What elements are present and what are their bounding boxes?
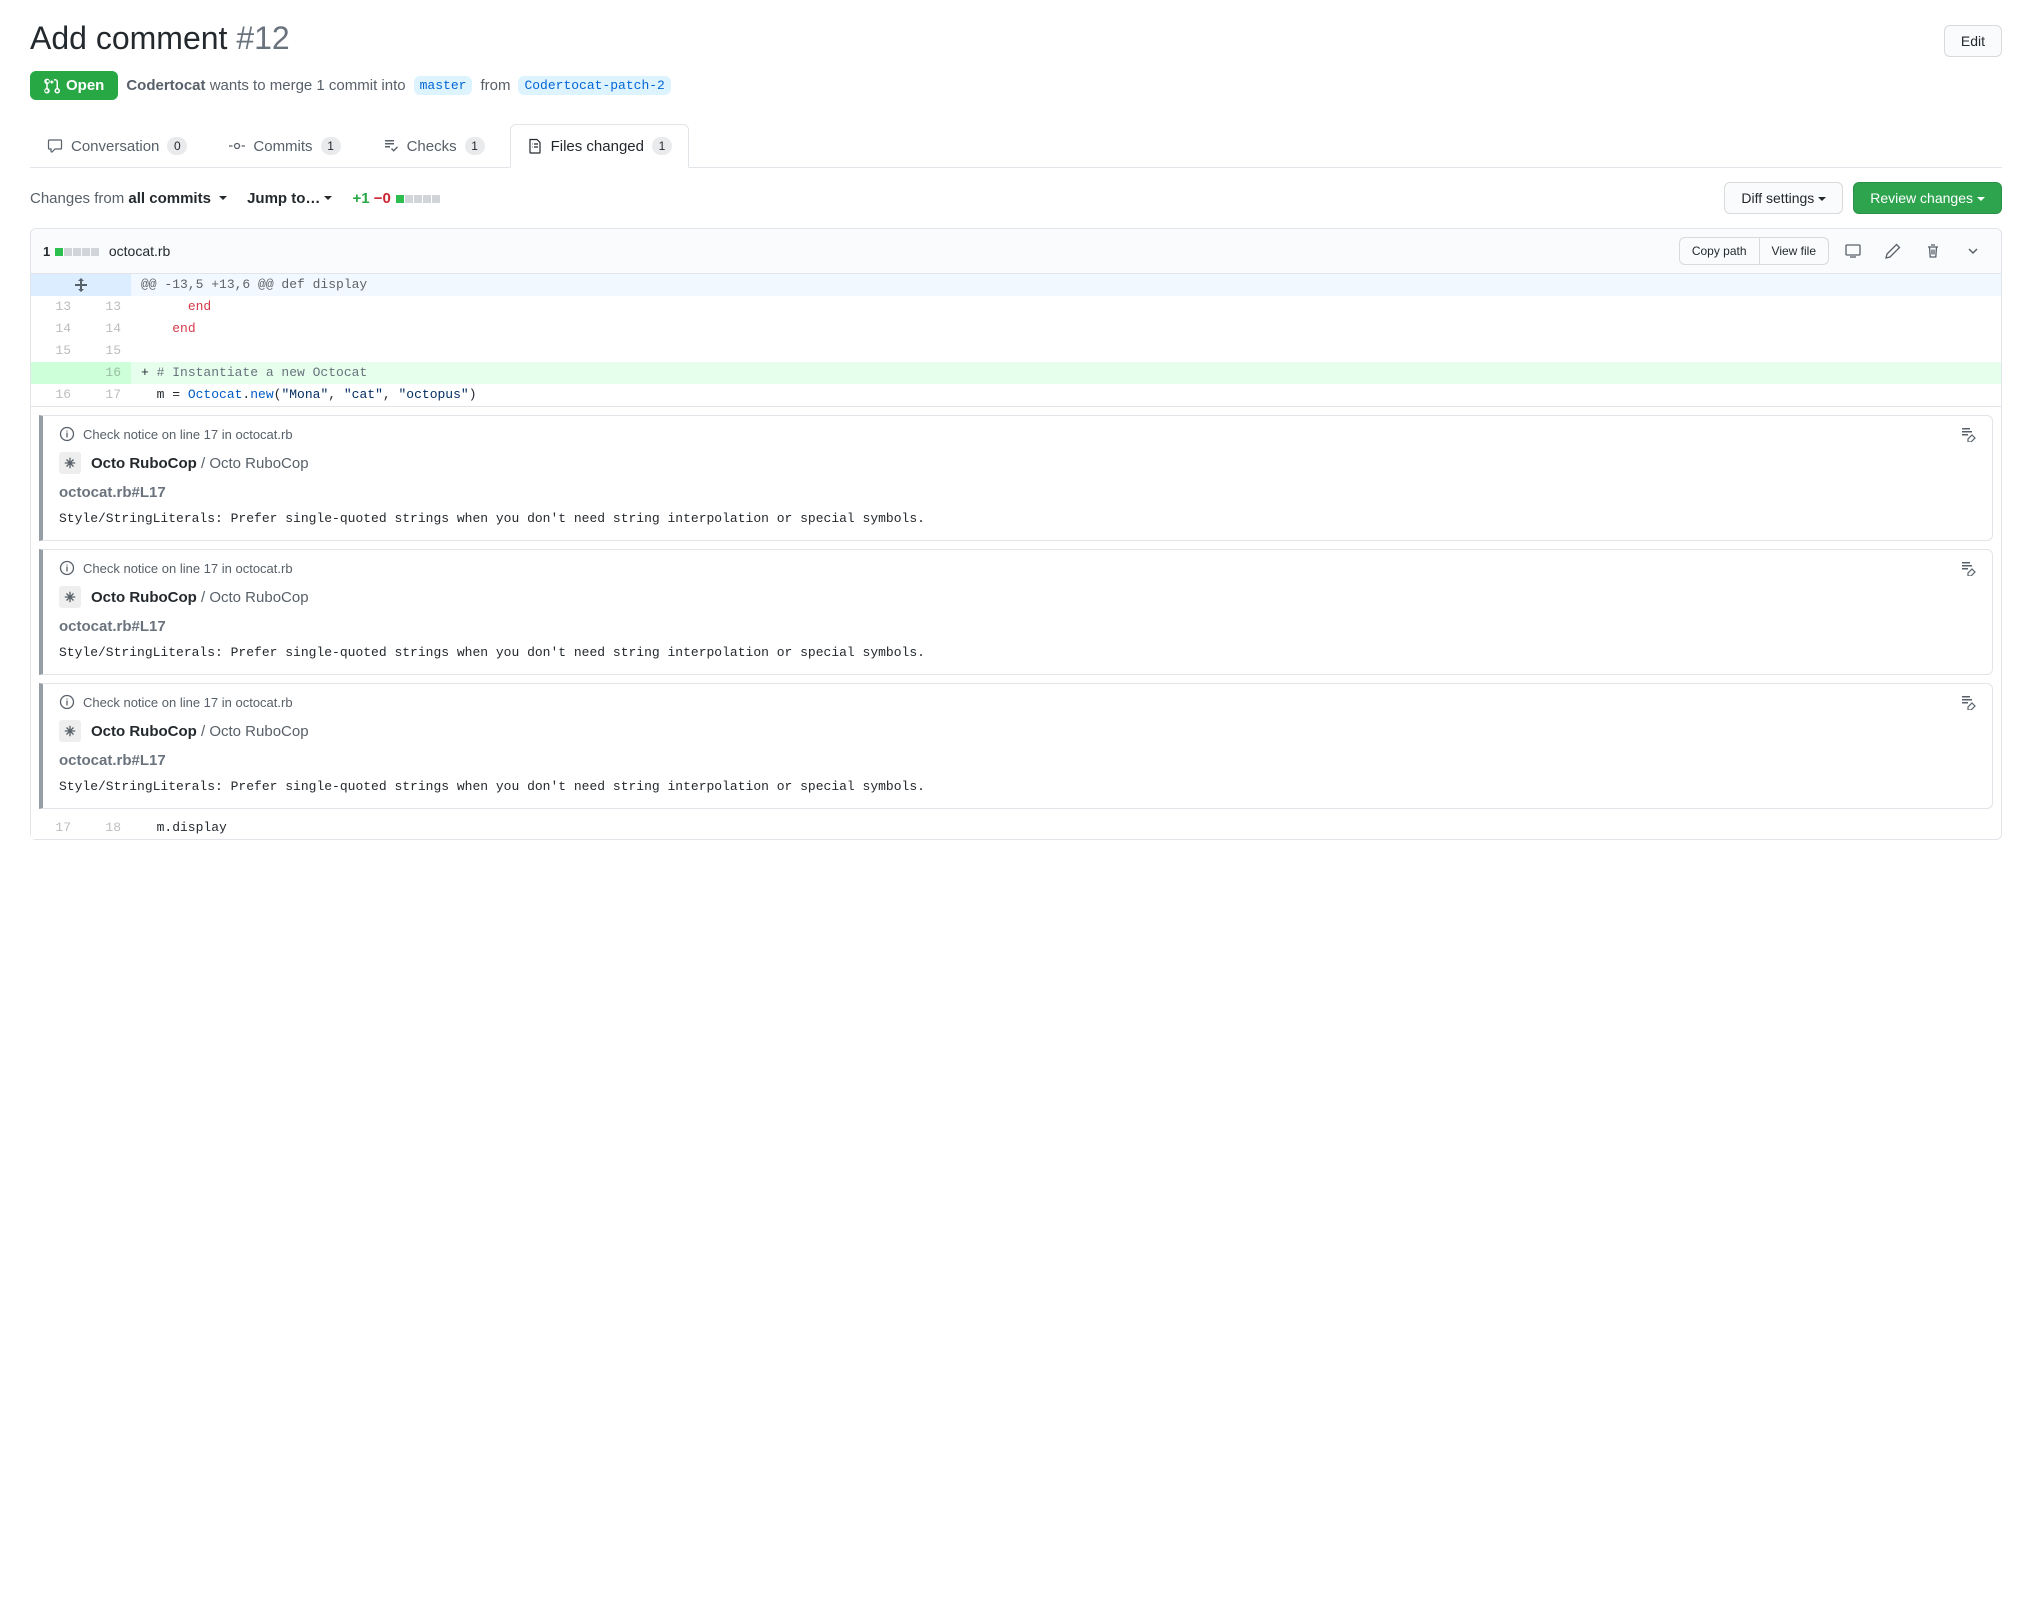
annotation-edit-icon[interactable]	[1960, 426, 1976, 442]
file-panel: 1 octocat.rb Copy path View file	[30, 228, 2002, 840]
base-branch[interactable]: master	[414, 76, 473, 95]
trash-icon[interactable]	[1917, 237, 1949, 265]
code-line	[131, 340, 2001, 362]
tab-files-changed[interactable]: Files changed 1	[510, 124, 689, 168]
annotation-app-name[interactable]: Octo RuboCop / Octo RuboCop	[91, 723, 309, 740]
pr-meta: Open Codertocat wants to merge 1 commit …	[30, 71, 2002, 100]
copy-path-button[interactable]: Copy path	[1679, 237, 1760, 265]
line-num-old	[31, 362, 81, 384]
changes-from-dropdown[interactable]: Changes from all commits	[30, 190, 227, 207]
annotation-file-ref[interactable]: octocat.rb#L17	[59, 484, 1976, 501]
code-line: end	[131, 296, 2001, 318]
edit-button[interactable]: Edit	[1944, 25, 2002, 57]
annotation-file-ref[interactable]: octocat.rb#L17	[59, 752, 1976, 769]
file-name[interactable]: octocat.rb	[109, 243, 170, 259]
diffstat-blocks	[395, 190, 440, 207]
line-num-new: 15	[81, 340, 131, 362]
file-diffstat: 1	[43, 244, 99, 259]
pr-tabs: Conversation 0 Commits 1 Checks 1 Files …	[30, 124, 2002, 168]
line-num-old: 17	[31, 817, 81, 839]
tab-commits[interactable]: Commits 1	[212, 124, 357, 167]
review-changes-button[interactable]: Review changes	[1853, 182, 2002, 214]
display-icon[interactable]	[1837, 237, 1869, 265]
line-num-new: 17	[81, 384, 131, 406]
check-annotation: Check notice on line 17 in octocat.rb Oc…	[39, 683, 1993, 809]
chevron-down-icon[interactable]	[1957, 237, 1989, 265]
tab-checks[interactable]: Checks 1	[366, 124, 502, 167]
check-annotation: Check notice on line 17 in octocat.rb Oc…	[39, 549, 1993, 675]
annotation-edit-icon[interactable]	[1960, 560, 1976, 576]
commit-icon	[229, 138, 245, 154]
line-num-new: 14	[81, 318, 131, 340]
expand-hunk-icon[interactable]	[31, 274, 131, 296]
app-avatar	[59, 452, 81, 474]
annotation-edit-icon[interactable]	[1960, 694, 1976, 710]
line-num-new: 18	[81, 817, 131, 839]
code-line: end	[131, 318, 2001, 340]
annotation-notice: Check notice on line 17 in octocat.rb	[83, 427, 293, 442]
annotation-message: Style/StringLiterals: Prefer single-quot…	[59, 779, 1976, 794]
info-icon	[59, 426, 75, 442]
annotation-file-ref[interactable]: octocat.rb#L17	[59, 618, 1976, 635]
diffstat: +1 −0	[352, 190, 440, 207]
line-num-old: 14	[31, 318, 81, 340]
state-badge-open: Open	[30, 71, 118, 100]
info-icon	[59, 694, 75, 710]
jump-to-dropdown[interactable]: Jump to…	[247, 190, 332, 207]
pr-icon	[44, 78, 60, 94]
view-file-button[interactable]: View file	[1760, 237, 1829, 265]
file-diff-icon	[527, 138, 543, 154]
line-num-old: 13	[31, 296, 81, 318]
annotation-message: Style/StringLiterals: Prefer single-quot…	[59, 645, 1976, 660]
code-line: m.display	[131, 817, 2001, 839]
check-annotation: Check notice on line 17 in octocat.rb Oc…	[39, 415, 1993, 541]
annotation-app-name[interactable]: Octo RuboCop / Octo RuboCop	[91, 589, 309, 606]
app-avatar	[59, 720, 81, 742]
line-num-new: 16	[81, 362, 131, 384]
tab-conversation[interactable]: Conversation 0	[30, 124, 204, 167]
app-avatar	[59, 586, 81, 608]
annotation-notice: Check notice on line 17 in octocat.rb	[83, 561, 293, 576]
line-num-new: 13	[81, 296, 131, 318]
checklist-icon	[383, 138, 399, 154]
code-line: + # Instantiate a new Octocat	[131, 362, 2001, 384]
code-line: m = Octocat.new("Mona", "cat", "octopus"…	[131, 384, 2001, 406]
comment-icon	[47, 138, 63, 154]
annotation-notice: Check notice on line 17 in octocat.rb	[83, 695, 293, 710]
annotation-app-name[interactable]: Octo RuboCop / Octo RuboCop	[91, 455, 309, 472]
hunk-header: @@ -13,5 +13,6 @@ def display	[131, 274, 2001, 296]
head-branch[interactable]: Codertocat-patch-2	[518, 76, 670, 95]
pr-title: Add comment #12	[30, 20, 290, 57]
info-icon	[59, 560, 75, 576]
diff-settings-button[interactable]: Diff settings	[1724, 182, 1843, 214]
pr-author[interactable]: Codertocat	[126, 77, 205, 94]
line-num-old: 16	[31, 384, 81, 406]
annotation-message: Style/StringLiterals: Prefer single-quot…	[59, 511, 1976, 526]
pencil-icon[interactable]	[1877, 237, 1909, 265]
line-num-old: 15	[31, 340, 81, 362]
